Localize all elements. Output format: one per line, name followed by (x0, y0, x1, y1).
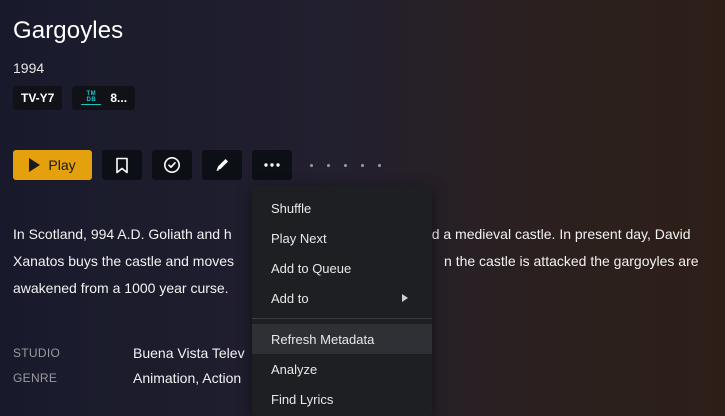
studio-value[interactable]: Buena Vista Telev (133, 345, 245, 361)
play-label: Play (48, 157, 76, 173)
menu-item-refresh-metadata[interactable]: Refresh Metadata (252, 324, 432, 354)
metadata-row-genre: GENRE Animation, Action (13, 365, 245, 390)
more-button[interactable] (252, 150, 292, 180)
menu-item-add-to[interactable]: Add to (252, 283, 432, 313)
submenu-arrow-icon (402, 294, 408, 302)
metadata-label: GENRE (13, 370, 58, 385)
menu-item-find-lyrics[interactable]: Find Lyrics (252, 384, 432, 414)
menu-item-play-next[interactable]: Play Next (252, 223, 432, 253)
more-icon (264, 163, 280, 167)
tmdb-rating-badge[interactable]: TM DB 8... (72, 86, 136, 110)
mark-watched-button[interactable] (152, 150, 192, 180)
watchlist-button[interactable] (102, 150, 142, 180)
check-circle-icon (164, 157, 180, 173)
tmdb-score: 8... (110, 91, 128, 105)
pencil-icon (216, 159, 228, 171)
content-rating-label: TV-Y7 (21, 91, 55, 105)
menu-divider (252, 318, 432, 319)
metadata-label: STUDIO (13, 345, 61, 360)
edit-button[interactable] (202, 150, 242, 180)
show-year: 1994 (13, 60, 45, 76)
metadata-row-studio: STUDIO Buena Vista Telev (13, 340, 245, 365)
show-title: Gargoyles (13, 17, 124, 44)
play-button[interactable]: Play (13, 150, 92, 180)
more-context-menu: Shuffle Play Next Add to Queue Add to Re… (252, 186, 432, 416)
menu-item-add-to-label: Add to (271, 290, 309, 306)
menu-item-shuffle[interactable]: Shuffle (252, 193, 432, 223)
action-bar: Play (13, 150, 381, 180)
menu-item-analyze[interactable]: Analyze (252, 354, 432, 384)
genre-value[interactable]: Animation, Action (133, 370, 241, 386)
content-rating-badge: TV-Y7 (13, 86, 63, 110)
tmdb-logo: TM DB (80, 91, 102, 105)
badge-row: TV-Y7 TM DB 8... (13, 86, 136, 110)
play-icon (29, 158, 41, 172)
loading-dots (310, 150, 381, 180)
menu-item-add-to-queue[interactable]: Add to Queue (252, 253, 432, 283)
bookmark-icon (116, 157, 128, 173)
metadata-table: STUDIO Buena Vista Telev GENRE Animation… (13, 340, 245, 390)
